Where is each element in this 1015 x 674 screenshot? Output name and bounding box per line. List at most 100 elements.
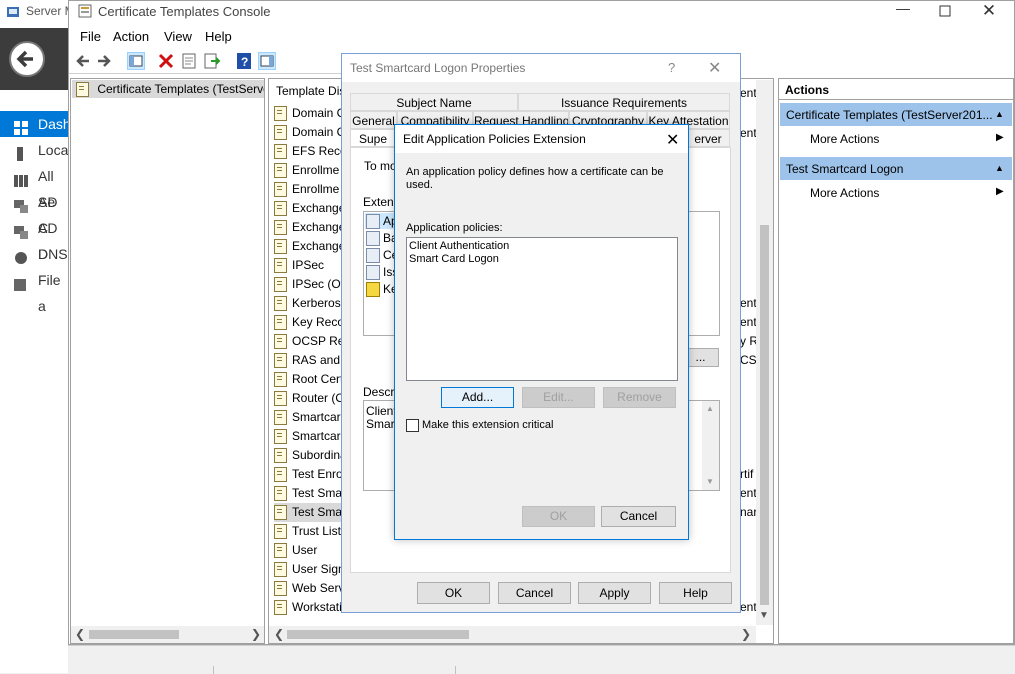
critical-checkbox-label[interactable]: Make this extension critical	[422, 419, 553, 431]
show-hide-tree-icon[interactable]	[127, 52, 145, 70]
show-hide-action-pane-icon[interactable]	[258, 52, 276, 70]
edit-policies-close-button[interactable]: ✕	[666, 130, 679, 150]
add-policy-button[interactable]: Add...	[441, 387, 514, 408]
sm-nav-dashboard[interactable]: Dash	[0, 111, 71, 137]
back-icon[interactable]	[74, 52, 92, 70]
certificate-template-icon	[274, 600, 287, 616]
menu-help[interactable]: Help	[201, 28, 236, 46]
template-row[interactable]: Test Smar	[274, 484, 342, 503]
scroll-down-icon[interactable]: ▼	[759, 610, 769, 621]
properties-help-bottom-button[interactable]: Help	[659, 582, 732, 604]
extension-item[interactable]: Ba	[366, 231, 396, 247]
collapse-icon[interactable]: ▲	[995, 163, 1004, 173]
tree-item-certificate-templates[interactable]: Certificate Templates (TestServe	[72, 80, 264, 98]
template-row[interactable]: Workstation Authentication	[274, 598, 342, 617]
sm-nav-ad-cs[interactable]: AD C	[0, 189, 68, 236]
delete-icon[interactable]	[157, 52, 175, 70]
properties-help-button[interactable]: ?	[668, 60, 675, 75]
policy-item[interactable]: Smart Card Logon	[409, 253, 675, 266]
template-row[interactable]: Exchange	[274, 199, 342, 218]
collapse-icon[interactable]: ▲	[995, 109, 1004, 119]
template-row[interactable]: EFS Reco	[274, 142, 342, 161]
more-actions-1[interactable]: More Actions ▶	[780, 129, 1012, 149]
actions-section-certificate-templates[interactable]: Certificate Templates (TestServer201... …	[780, 103, 1012, 126]
extension-item[interactable]: Ke	[366, 282, 396, 298]
actions-section-test-smartcard-logon[interactable]: Test Smartcard Logon ▲	[780, 157, 1012, 180]
export-list-icon[interactable]	[203, 52, 221, 70]
tab-issuance-requirements[interactable]: Issuance Requirements	[518, 93, 730, 111]
properties-ok-button[interactable]: OK	[417, 582, 490, 604]
tab-superseded-templates[interactable]: Supe	[350, 129, 396, 147]
template-row[interactable]: Exchange	[274, 237, 342, 256]
extension-item[interactable]: Iss	[366, 265, 396, 281]
list-hscrollbar[interactable]: ❮ ❯	[269, 626, 756, 643]
template-row[interactable]: Exchange	[274, 218, 342, 237]
template-row[interactable]: Test Smar	[274, 503, 342, 522]
scroll-left-icon[interactable]: ❮	[75, 627, 85, 641]
scroll-thumb[interactable]	[760, 225, 769, 605]
template-row[interactable]: OCSP Res	[274, 332, 342, 351]
sm-nav-ad-ds[interactable]: AD D	[0, 215, 68, 262]
scroll-right-icon[interactable]: ❯	[251, 627, 261, 641]
template-row[interactable]: Smartcard	[274, 408, 342, 427]
properties-apply-button[interactable]: Apply	[578, 582, 651, 604]
edit-policy-button[interactable]: Edit...	[522, 387, 595, 408]
template-row[interactable]: Enrollme	[274, 161, 342, 180]
scroll-right-icon[interactable]: ❯	[741, 627, 751, 641]
column-header-template-display-name[interactable]: Template Dis	[270, 80, 350, 102]
template-row[interactable]: User	[274, 541, 342, 560]
extension-item[interactable]: Ce	[366, 248, 396, 264]
sm-nav-file-storage[interactable]: File a	[0, 267, 68, 314]
tab-general[interactable]: General	[350, 111, 397, 129]
policy-item[interactable]: Client Authentication	[409, 240, 675, 253]
scroll-up-icon[interactable]: ▲	[706, 404, 714, 413]
properties-close-button[interactable]: ✕	[708, 58, 721, 78]
template-row[interactable]: Web Serv	[274, 579, 342, 598]
properties-cancel-button[interactable]: Cancel	[498, 582, 571, 604]
certificate-template-icon	[274, 524, 287, 540]
menu-view[interactable]: View	[160, 28, 196, 46]
extension-item[interactable]: Ap	[366, 214, 396, 230]
template-row[interactable]: Smartcard	[274, 427, 342, 446]
forward-icon[interactable]	[95, 52, 113, 70]
template-row[interactable]: User Sign	[274, 560, 342, 579]
minimize-button[interactable]: —	[888, 0, 918, 22]
scroll-down-icon[interactable]: ▼	[706, 477, 714, 486]
back-arrow-icon[interactable]	[8, 40, 46, 78]
template-row[interactable]: Key Reco	[274, 313, 342, 332]
help-icon[interactable]: ?	[235, 52, 253, 70]
remove-policy-button[interactable]: Remove	[603, 387, 676, 408]
scroll-thumb[interactable]	[89, 630, 179, 639]
template-row[interactable]: IPSec (Of	[274, 275, 342, 294]
properties-icon[interactable]	[180, 52, 198, 70]
template-row[interactable]: Router (O	[274, 389, 342, 408]
template-row[interactable]: Domain C	[274, 123, 342, 142]
more-actions-2[interactable]: More Actions ▶	[780, 183, 1012, 203]
template-row[interactable]: Trust List	[274, 522, 342, 541]
tree-hscrollbar[interactable]: ❮ ❯	[71, 626, 264, 643]
tab-subject-name[interactable]: Subject Name	[350, 93, 518, 111]
sm-nav-dns[interactable]: DNS	[0, 241, 68, 267]
template-row[interactable]: Enrollme	[274, 180, 342, 199]
template-row[interactable]: Test Enrol	[274, 465, 342, 484]
close-button[interactable]: ✕	[974, 1, 1004, 23]
scroll-left-icon[interactable]: ❮	[274, 627, 284, 641]
scroll-thumb[interactable]	[287, 630, 469, 639]
template-row[interactable]: Kerberos	[274, 294, 342, 313]
critical-checkbox[interactable]	[406, 419, 419, 432]
template-row[interactable]: Domain C	[274, 104, 342, 123]
edit-policies-cancel-button[interactable]: Cancel	[601, 506, 676, 527]
description-scrollbar[interactable]: ▲ ▼	[702, 401, 719, 490]
maximize-button[interactable]	[930, 2, 960, 22]
template-row[interactable]: Subordina	[274, 446, 342, 465]
tab-server[interactable]: erver	[686, 129, 730, 147]
menu-file[interactable]: File	[76, 28, 105, 46]
template-row[interactable]: Root Cert	[274, 370, 342, 389]
sm-nav-all-servers[interactable]: All Se	[0, 163, 68, 210]
template-row[interactable]: IPSec	[274, 256, 342, 275]
edit-policies-ok-button[interactable]: OK	[522, 506, 595, 527]
sm-nav-local-server[interactable]: Local	[0, 137, 71, 163]
template-row[interactable]: RAS and I	[274, 351, 342, 370]
list-vscrollbar[interactable]: ▼	[756, 80, 773, 625]
menu-action[interactable]: Action	[109, 28, 153, 46]
